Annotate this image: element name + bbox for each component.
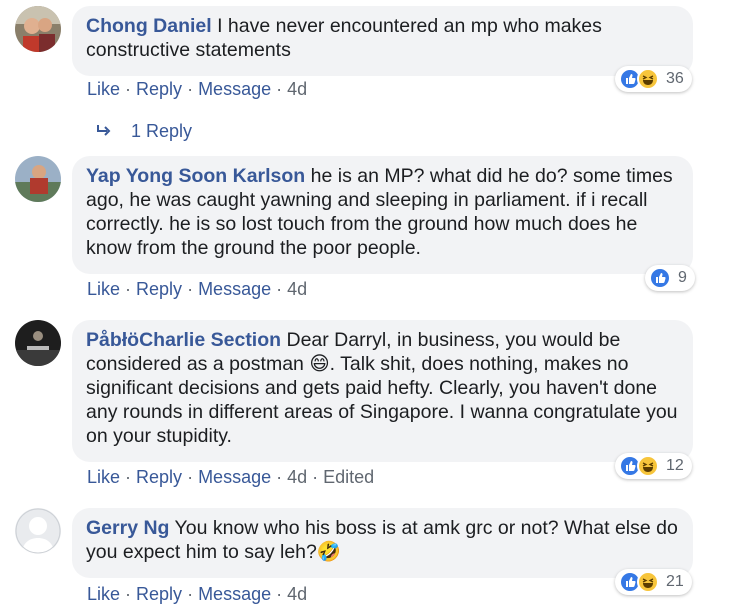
comment-bubble: Chong Daniel I have never encountered an… [72,6,693,76]
comment-text: You know who his boss is at amk grc or n… [86,517,678,563]
comment-actions: Like · Reply · Message · 4d [87,79,308,99]
like-link[interactable]: Like [87,279,120,299]
haha-icon [637,68,659,90]
reply-link[interactable]: Reply [136,584,182,604]
reply-link[interactable]: Reply [136,279,182,299]
reply-arrow-icon [96,121,117,141]
reaction-summary[interactable]: 9 [645,265,695,291]
message-link[interactable]: Message [198,467,271,487]
comment-actions: Like · Reply · Message · 4d · Edited [87,467,375,487]
comment-timestamp[interactable]: 4d [287,79,307,99]
comment-timestamp[interactable]: 4d [287,584,307,604]
avatar[interactable] [15,508,61,554]
reaction-summary[interactable]: 12 [615,453,692,479]
reaction-count: 9 [678,269,687,286]
like-link[interactable]: Like [87,79,120,99]
comment-author[interactable]: PåbłöCharlie Section [86,329,281,351]
comment-author[interactable]: Yap Yong Soon Karlson [86,165,305,187]
comment-actions: Like · Reply · Message · 4d [87,279,308,299]
like-link[interactable]: Like [87,584,120,604]
comment-bubble: Gerry Ng You know who his boss is at amk… [72,508,693,578]
avatar[interactable] [15,156,61,202]
comment-bubble: PåbłöCharlie Section Dear Darryl, in bus… [72,320,693,462]
comment-actions: Like · Reply · Message · 4d [87,584,308,604]
haha-icon [637,455,659,477]
grin-emoji: 😄 [309,353,330,375]
comment-timestamp[interactable]: 4d [287,279,307,299]
like-icon [649,267,671,289]
message-link[interactable]: Message [198,279,271,299]
reply-link[interactable]: Reply [136,467,182,487]
reply-link[interactable]: Reply [136,79,182,99]
comment-timestamp[interactable]: 4d [287,467,307,487]
rofl-emoji: 🤣 [316,541,342,563]
comment-author[interactable]: Gerry Ng [86,517,169,539]
reaction-count: 12 [666,457,684,474]
message-link[interactable]: Message [198,79,271,99]
avatar[interactable] [15,320,61,366]
reaction-count: 21 [666,573,684,590]
edited-label[interactable]: Edited [323,467,374,487]
reaction-summary[interactable]: 36 [615,66,692,92]
reaction-summary[interactable]: 21 [615,569,692,595]
comment-bubble: Yap Yong Soon Karlson he is an MP? what … [72,156,693,274]
avatar[interactable] [15,6,61,52]
like-link[interactable]: Like [87,467,120,487]
replies-count-label: 1 Reply [131,121,193,141]
haha-icon [637,571,659,593]
reaction-count: 36 [666,70,684,87]
message-link[interactable]: Message [198,584,271,604]
comment-author[interactable]: Chong Daniel [86,15,212,37]
view-replies-link[interactable]: 1 Reply [96,121,192,142]
